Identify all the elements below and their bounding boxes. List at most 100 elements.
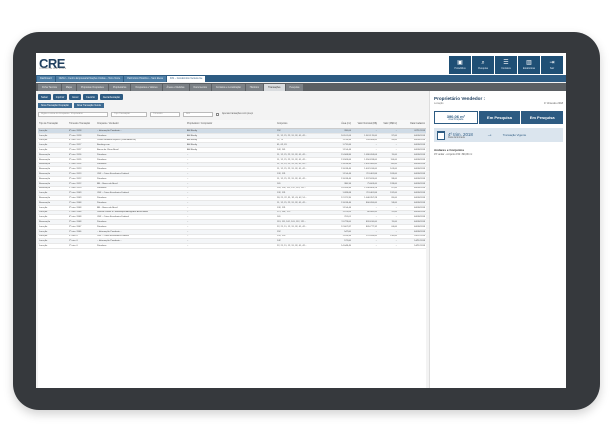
table-cell: 11.729,00 — [341, 221, 351, 224]
table-cell: – — [375, 230, 377, 233]
table-cell: 2º trim. 2014 — [69, 163, 82, 166]
transaction-type-select[interactable]: Tipo Transação — [111, 111, 147, 117]
table-cell: 04/05/2018 — [414, 173, 425, 176]
table-cell: 113, 111, 102, 101, 112, 121... — [277, 221, 307, 224]
table-cell: 1.154,44 — [342, 139, 351, 142]
table-cell: AM Realty — [187, 134, 198, 137]
table-cell: 1º trim. 2009 — [69, 197, 82, 200]
table-cell: Renovação — [39, 177, 51, 180]
breadcrumb-tab[interactable]: ICN – Condomínio Ventura Ice — [166, 75, 206, 82]
module-tab[interactable]: Ocupantes e Valores — [131, 83, 162, 91]
module-tab[interactable]: Documentos — [189, 83, 211, 91]
table-cell: – — [187, 158, 189, 161]
table-cell: Locação — [39, 235, 48, 238]
table-cell: 07/11/2018 — [414, 129, 425, 132]
column-header[interactable]: Ocupante / Vendedor — [96, 120, 186, 128]
table-cell: 12.371,95 — [341, 197, 351, 200]
action-button[interactable]: Excel — [69, 94, 82, 100]
breadcrumb-tab[interactable]: CENU – Centro Empresarial Nações Unidas … — [55, 75, 124, 82]
column-header[interactable]: Valor (R$/m²) — [378, 120, 398, 128]
table-cell: Petrobras — [97, 221, 107, 224]
column-header[interactable]: Conjuntos — [276, 120, 328, 128]
table-cell: 2º trim. 2013 — [69, 168, 82, 171]
module-tab[interactable]: Mapa — [61, 83, 76, 91]
table-cell: 71, 72 — [277, 139, 284, 142]
table-cell: – — [375, 206, 377, 209]
top-bar: CRE COMMERCIAL REAL ESTATE ▣ Portefólios ⌕… — [36, 53, 566, 75]
table-cell: 1.550.818,00 — [364, 158, 377, 161]
table-cell: 04/05/2018 — [414, 144, 425, 147]
table-cell: 4º trim. 2008 — [69, 216, 82, 219]
module-tab[interactable]: Histórico — [245, 83, 264, 91]
detail-date: 4º trimestre 2018 — [544, 102, 563, 105]
action-button[interactable]: Salvar — [38, 94, 51, 100]
kpi-value: Em Pesquisa — [487, 115, 512, 120]
table-cell: 04/05/2018 — [414, 187, 425, 190]
column-header[interactable]: Trimestre Transação — [68, 120, 96, 128]
module-tab[interactable]: Propostas Ocupantes — [76, 83, 108, 91]
action-button[interactable]: Imprimir — [52, 94, 68, 100]
table-cell: Petrobras — [97, 158, 107, 161]
search-icon: ⌕ — [481, 60, 485, 66]
table-cell: – — [187, 163, 189, 166]
column-header[interactable]: Área (m²) — [328, 120, 352, 128]
column-header[interactable]: Tipo de Transação — [38, 120, 68, 128]
table-cell: Locação — [39, 149, 48, 152]
kpi-box: Em Pesquisa — [478, 111, 521, 124]
table-cell: Renovação — [39, 221, 51, 224]
detail-header: Proprietário Vendedor : Locação 4º trime… — [430, 91, 566, 109]
topnav-button-sair[interactable]: ⇥ Sair — [541, 56, 563, 74]
table-cell: BB – Banco do Brasil — [97, 206, 118, 209]
table-cell: 11, 12, 21, 22, 31, 32, 41, 42... — [277, 153, 307, 156]
table-cell: 04/05/2018 — [414, 153, 425, 156]
table-cell: 761,01 — [344, 216, 351, 219]
module-tab[interactable]: Pesquisa — [285, 83, 304, 91]
module-tab[interactable]: Contatos e Localização — [211, 83, 245, 91]
table-cell: Locação — [39, 129, 48, 132]
module-tab[interactable]: Áreas e Medidas — [162, 83, 189, 91]
table-cell: 14.048,45 — [341, 245, 351, 248]
table-cell: 1.154,44 — [342, 173, 351, 176]
action-button[interactable]: Alerta/Anotação — [99, 94, 123, 100]
column-header[interactable]: Data Cadastro — [398, 120, 426, 128]
year-select[interactable]: Ano — [183, 111, 213, 117]
breadcrumb-tab[interactable]: Dashboard — [37, 75, 55, 82]
table-cell: 13.618,46 — [341, 168, 351, 171]
table-cell: 132, 131 — [277, 192, 286, 195]
table-cell: – — [187, 177, 189, 180]
search-input[interactable]: Digite o nome do Ocupante / Proprietário — [38, 111, 108, 117]
table-cell: Ocean Network Express (Latin America) — [97, 139, 136, 142]
table-cell: 1.099,68 — [342, 192, 351, 195]
module-tab[interactable]: Transações — [264, 83, 285, 91]
column-header[interactable]: Valor Nominal (R$) — [352, 120, 378, 128]
module-tab[interactable]: Proprietários — [108, 83, 131, 91]
table-cell: 11, 12, 21, 22, 31, 32, 41, 42... — [277, 201, 307, 204]
table-cell: CEF – Caixa Econômica Federal — [97, 192, 129, 195]
app-logo-subtitle: COMMERCIAL REAL ESTATE — [39, 68, 67, 70]
price-only-checkbox[interactable] — [216, 112, 219, 116]
topnav-button-portefólios[interactable]: ▣ Portefólios — [449, 56, 471, 74]
topnav-button-estatísticas[interactable]: ▥ Estatísticas — [518, 56, 540, 74]
action-button[interactable]: Favorito — [83, 94, 98, 100]
table-cell: 87,00 — [391, 187, 397, 190]
table-cell: 04/05/2018 — [414, 206, 425, 209]
table-cell: 192,00 — [390, 192, 397, 195]
table-cell: 04/05/2018 — [414, 201, 425, 204]
column-header[interactable]: Proprietário / Comprador — [186, 120, 276, 128]
table-cell: 1.575,05 — [342, 211, 351, 214]
module-tab[interactable]: Ficha Técnica — [38, 83, 61, 91]
new-transaction-button[interactable]: Nova Transação Ocupação — [38, 103, 72, 108]
table-cell: Locação — [39, 144, 48, 147]
contacts-icon: ☰ — [503, 60, 509, 66]
table-cell: – — [187, 245, 189, 248]
breadcrumb-tab[interactable]: Patrimônio Histórico – Sant Elena — [124, 75, 166, 82]
table-cell: 2º trim. 2012 — [69, 177, 82, 180]
new-transaction-button[interactable]: Nova Transação Venda — [73, 103, 104, 108]
topnav-button-pesquisa[interactable]: ⌕ Pesquisa — [472, 56, 494, 74]
table-cell: Renovação — [39, 197, 51, 200]
table-row[interactable]: Locação 1º trim. 0 Petrobras – 22, 21, 11, 1… — [38, 244, 426, 249]
table-cell: 380,34 — [344, 182, 351, 185]
topnav-button-contatos[interactable]: ☰ Contatos — [495, 56, 517, 74]
table-cell: – — [375, 149, 377, 152]
quarter-select[interactable]: Trimestre — [150, 111, 180, 117]
